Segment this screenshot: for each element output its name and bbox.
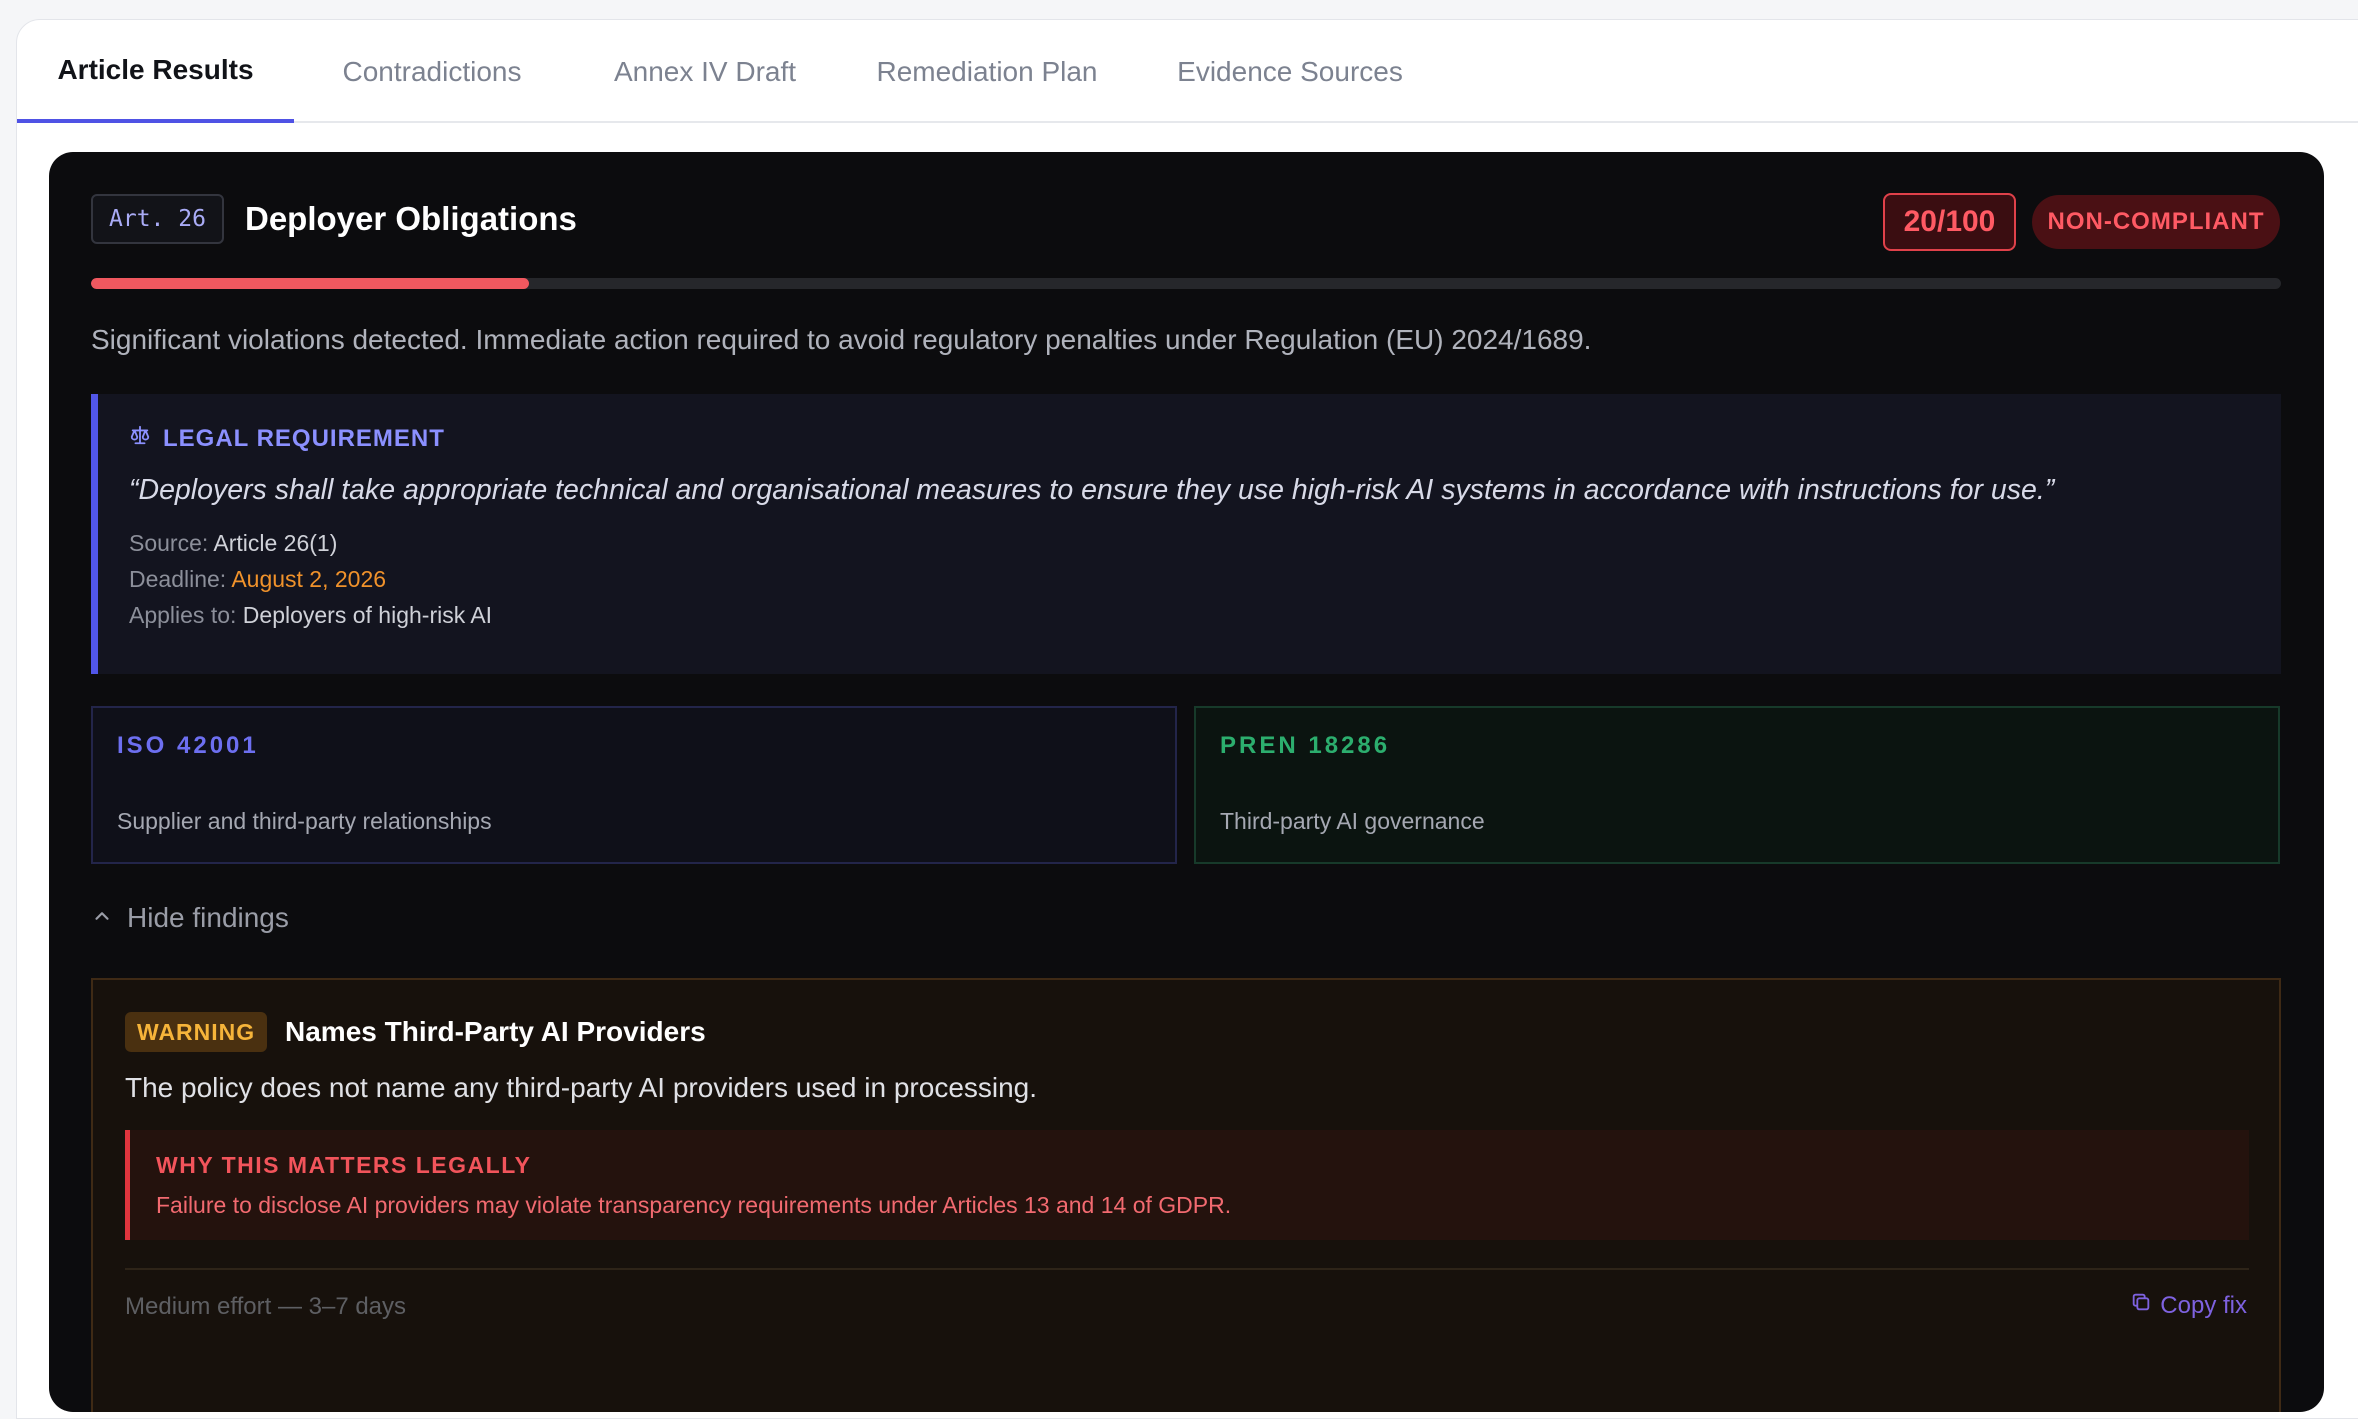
applies-value: Deployers of high-risk AI (242, 602, 493, 628)
divider (125, 1268, 2249, 1270)
applies-label: Applies to: (129, 602, 237, 628)
copy-fix-label: Copy fix (2160, 1291, 2247, 1319)
source-meta: Source: Article 26(1) (129, 530, 337, 557)
tab-annex-iv-draft[interactable]: Annex IV Draft (595, 20, 815, 123)
why-it-matters-box: WHY THIS MATTERS LEGALLY Failure to disc… (125, 1130, 2249, 1240)
score-badge: 20/100 (1883, 193, 2016, 251)
hide-findings-label: Hide findings (127, 902, 289, 933)
hide-findings-toggle[interactable]: Hide findings (91, 896, 289, 940)
why-it-matters-heading: WHY THIS MATTERS LEGALLY (156, 1152, 532, 1178)
article-card: Art. 26 Deployer Obligations 20/100 NON-… (49, 152, 2324, 1412)
tab-remediation-plan[interactable]: Remediation Plan (862, 20, 1112, 123)
applies-meta: Applies to: Deployers of high-risk AI (129, 602, 492, 629)
article-number-badge: Art. 26 (91, 194, 224, 244)
deadline-value: August 2, 2026 (231, 566, 387, 592)
standard-description: Supplier and third-party relationships (117, 808, 492, 834)
score-progress-fill (91, 278, 529, 289)
chevron-up-icon (91, 902, 113, 934)
scales-icon (129, 424, 151, 453)
status-badge: NON-COMPLIANT (2032, 195, 2280, 249)
why-it-matters-text: Failure to disclose AI providers may vio… (156, 1192, 1232, 1218)
deadline-meta: Deadline: August 2, 2026 (129, 566, 386, 593)
severity-badge: WARNING (125, 1012, 268, 1052)
standard-description: Third-party AI governance (1220, 808, 1485, 834)
tab-evidence-sources[interactable]: Evidence Sources (1157, 20, 1423, 123)
standard-name: ISO 42001 (117, 732, 259, 759)
deadline-label: Deadline: (129, 566, 227, 592)
standard-iso-42001: ISO 42001 Supplier and third-party relat… (91, 706, 1177, 864)
score-progress-bar (91, 278, 2281, 289)
article-summary: Significant violations detected. Immedia… (91, 324, 1592, 355)
finding-title: Names Third-Party AI Providers (285, 1016, 706, 1047)
tab-contradictions[interactable]: Contradictions (317, 20, 547, 123)
source-value: Article 26(1) (213, 530, 338, 556)
tab-article-results[interactable]: Article Results (17, 20, 294, 123)
effort-estimate: Medium effort — 3–7 days (125, 1293, 407, 1320)
copy-icon (2130, 1291, 2152, 1320)
article-title: Deployer Obligations (245, 200, 577, 237)
source-label: Source: (129, 530, 209, 556)
finding-card: WARNING Names Third-Party AI Providers T… (91, 978, 2281, 1412)
tab-bar: Article Results Contradictions Annex IV … (17, 20, 2358, 123)
legal-requirement-box: LEGAL REQUIREMENT “Deployers shall take … (91, 394, 2281, 674)
standard-pren-18286: PREN 18286 Third-party AI governance (1194, 706, 2280, 864)
standard-name: PREN 18286 (1220, 732, 1391, 759)
finding-description: The policy does not name any third-party… (125, 1072, 1038, 1103)
legal-requirement-heading: LEGAL REQUIREMENT (129, 424, 445, 453)
legal-requirement-label: LEGAL REQUIREMENT (163, 424, 445, 452)
copy-fix-button[interactable]: Copy fix (2130, 1291, 2247, 1320)
legal-quote: “Deployers shall take appropriate techni… (129, 474, 2055, 506)
